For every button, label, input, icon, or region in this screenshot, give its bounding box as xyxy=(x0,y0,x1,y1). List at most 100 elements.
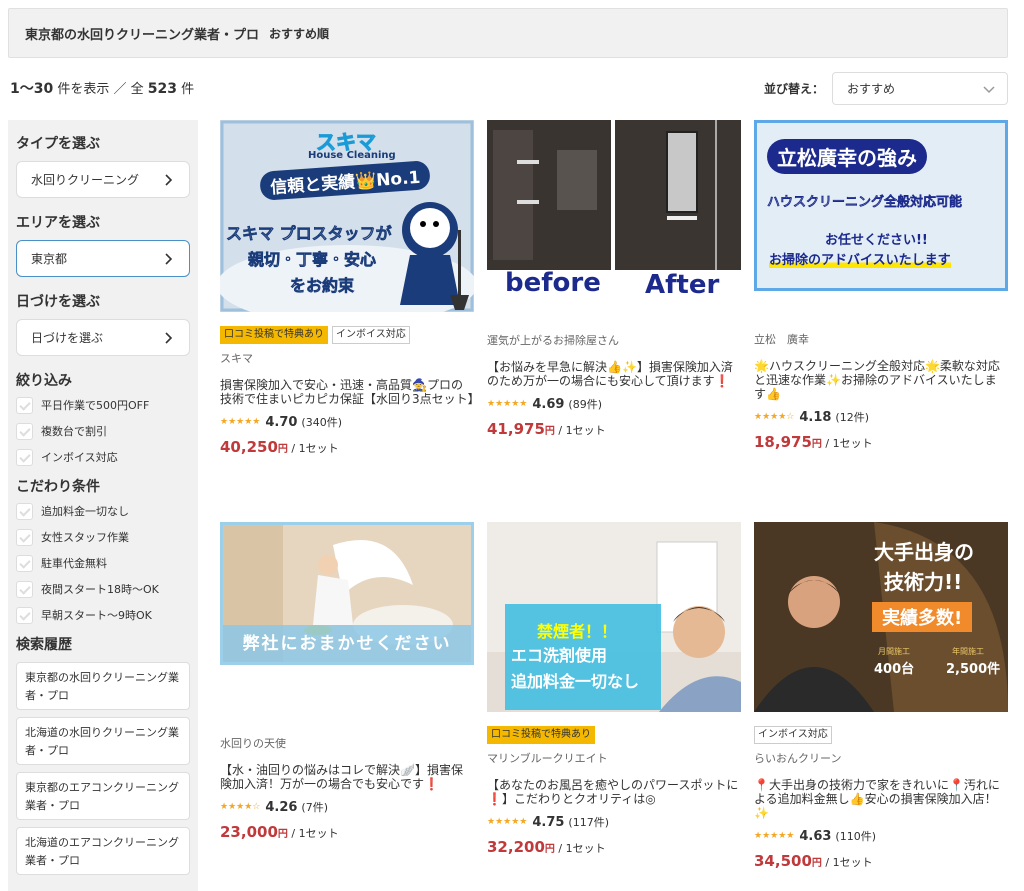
pref-label: 夜間スタート18時〜OK xyxy=(41,583,159,596)
shop-name[interactable]: スキマ xyxy=(220,350,474,366)
star-rating-icon: ★★★★★ xyxy=(487,399,528,409)
history-item[interactable]: 北海道のエアコンクリーニング業者・プロ xyxy=(16,827,190,875)
checkbox[interactable] xyxy=(16,422,33,440)
area-value: 東京都 xyxy=(31,252,68,266)
price-value: 34,500 xyxy=(754,852,812,870)
listing-description[interactable]: 【あなたのお風呂を癒やしのパワースポットに❗】こだわりとクオリティは◎ xyxy=(487,778,741,806)
invoice-badge: インボイス対応 xyxy=(332,326,410,344)
rating-value: 4.26 xyxy=(265,799,298,815)
listing-card[interactable]: 弊社におまかせください 水回りの天使 【水・油回りの悩みはコレで解決🪽】損害保険… xyxy=(220,522,474,841)
filter-label: インボイス対応 xyxy=(41,451,118,464)
filter-checkbox[interactable]: インボイス対応 xyxy=(16,444,190,470)
listing-description[interactable]: 【お悩みを早急に解決👍✨】損害保険加入済のため万が一の場合にも安心して頂けます❗ xyxy=(487,360,741,388)
before-label: before xyxy=(505,268,601,298)
result-range: 1〜30 xyxy=(10,81,54,97)
listing-description[interactable]: 損害保険加入で安心・迅速・高品質🧙プロの技術で住まいピカピカ保証【水回り3点セッ… xyxy=(220,378,480,406)
listing-description[interactable]: 【水・油回りの悩みはコレで解決🪽】損害保険加入済！万が一の場合でも安心です❗ xyxy=(220,763,474,791)
rating: ★★★★☆ 4.18 (12件) xyxy=(754,409,1008,425)
checkbox[interactable] xyxy=(16,396,33,414)
history-heading: 検索履歴 xyxy=(16,637,72,653)
price: 18,975円 / 1セット xyxy=(754,433,1008,451)
type-select[interactable]: 水回りクリーニング xyxy=(16,161,190,198)
price: 23,000円 / 1セット xyxy=(220,823,474,841)
listing-card[interactable]: 大手出身の 技術力!! 実績多数! 月間施工 400台 年間施工 2,500件 … xyxy=(754,522,1008,870)
pref-checkbox[interactable]: 追加料金一切なし xyxy=(16,498,190,524)
shop-name[interactable]: マリンブルークリエイト xyxy=(487,750,741,766)
price-currency: 円 xyxy=(544,844,555,855)
rating: ★★★★★ 4.70 (340件) xyxy=(220,414,474,430)
checkbox[interactable] xyxy=(16,448,33,466)
pref-checkbox[interactable]: 駐車代金無料 xyxy=(16,550,190,576)
shop-name[interactable]: 水回りの天使 xyxy=(220,735,474,751)
review-count[interactable]: (340件) xyxy=(301,414,342,430)
listing-image[interactable]: スキマ House Cleaning 信頼と実績👑No.1 スキマ プロスタッフ… xyxy=(220,120,474,312)
banner-line-4: お掃除のアドバイスいたします xyxy=(769,249,951,268)
price-currency: 円 xyxy=(544,426,555,437)
pref-checkbox[interactable]: 女性スタッフ作業 xyxy=(16,524,190,550)
listing-image[interactable]: 禁煙者！！ エコ洗剤使用 追加料金一切なし xyxy=(487,522,741,712)
rating: ★★★★☆ 4.26 (7件) xyxy=(220,799,474,815)
review-bonus-badge: 口コミ投稿で特典あり xyxy=(487,726,595,744)
listing-image[interactable]: before After xyxy=(487,120,741,312)
listing-description[interactable]: 📍大手出身の技術力で家をきれいに📍汚れによる追加料金無し👍安心の損害保険加入店！… xyxy=(754,778,1008,820)
checkbox[interactable] xyxy=(16,554,33,572)
listing-description[interactable]: 🌟ハウスクリーニング全般対応🌟柔軟な対応と迅速な作業✨お掃除のアドバイスいたしま… xyxy=(754,359,1008,401)
sort-note: おすすめ順 xyxy=(269,26,330,41)
listing-image[interactable]: 大手出身の 技術力!! 実績多数! 月間施工 400台 年間施工 2,500件 xyxy=(754,522,1008,712)
listing-card[interactable]: 立松廣幸の強み ハウスクリーニング全般対応可能 お任せください!! お掃除のアド… xyxy=(754,120,1008,451)
badge-row: インボイス対応 xyxy=(754,726,1008,744)
pref-label: 駐車代金無料 xyxy=(41,557,107,570)
history-item[interactable]: 東京都の水回りクリーニング業者・プロ xyxy=(16,662,190,710)
area-select[interactable]: 東京都 xyxy=(16,240,190,277)
star-rating-icon: ★★★★☆ xyxy=(220,802,261,812)
badge-row: 口コミ投稿で特典あり xyxy=(487,726,741,744)
area-heading: エリアを選ぶ xyxy=(16,215,100,231)
listing-card[interactable]: 禁煙者！！ エコ洗剤使用 追加料金一切なし 口コミ投稿で特典あり マリンブルーク… xyxy=(487,522,741,856)
rating: ★★★★★ 4.63 (110件) xyxy=(754,828,1008,844)
banner-line-2: スキマ プロスタッフが xyxy=(226,224,392,244)
pref-checkbox[interactable]: 早朝スタート〜9時OK xyxy=(16,602,190,628)
price-currency: 円 xyxy=(277,829,288,840)
shop-name[interactable]: らいおんクリーン xyxy=(754,750,1008,766)
rating-value: 4.63 xyxy=(799,828,832,844)
listing-card[interactable]: スキマ House Cleaning 信頼と実績👑No.1 スキマ プロスタッフ… xyxy=(220,120,480,456)
listing-image[interactable]: 弊社におまかせください xyxy=(220,522,474,665)
checkbox[interactable] xyxy=(16,580,33,598)
star-rating-icon: ★★★★★ xyxy=(754,831,795,841)
medal-1-label: 月間施工 xyxy=(878,647,910,656)
shop-name[interactable]: 運気が上がるお掃除屋さん xyxy=(487,332,741,348)
checkbox[interactable] xyxy=(16,502,33,520)
banner-line-4: をお約束 xyxy=(290,276,355,296)
banner-line-1: 大手出身の xyxy=(874,540,974,564)
price-currency: 円 xyxy=(811,858,822,869)
date-select[interactable]: 日づけを選ぶ xyxy=(16,319,190,356)
sort-label: 並び替え： xyxy=(764,82,825,96)
result-total-suffix: 件 xyxy=(181,82,195,97)
checkbox[interactable] xyxy=(16,606,33,624)
pref-heading: こだわり条件 xyxy=(16,479,100,495)
history-item[interactable]: 北海道の水回りクリーニング業者・プロ xyxy=(16,717,190,765)
review-count[interactable]: (12件) xyxy=(835,409,869,425)
review-count[interactable]: (7件) xyxy=(301,799,328,815)
result-range-suffix: 件を表示 ／ 全 xyxy=(57,82,144,97)
listing-image[interactable]: 立松廣幸の強み ハウスクリーニング全般対応可能 お任せください!! お掃除のアド… xyxy=(754,120,1008,291)
badge-row: 口コミ投稿で特典あり インボイス対応 xyxy=(220,326,474,344)
filter-checkbox[interactable]: 複数台で割引 xyxy=(16,418,190,444)
review-count[interactable]: (89件) xyxy=(568,396,602,412)
listing-card[interactable]: before After 運気が上がるお掃除屋さん 【お悩みを早急に解決👍✨】損… xyxy=(487,120,741,438)
price-unit: / 1セット xyxy=(825,856,873,869)
checkbox[interactable] xyxy=(16,528,33,546)
shop-name[interactable]: 立松 廣幸 xyxy=(754,331,1008,347)
banner-line-1: 禁煙者！！ xyxy=(537,622,618,641)
review-count[interactable]: (117件) xyxy=(568,814,609,830)
medal-2-label: 年間施工 xyxy=(952,647,984,656)
filter-checkbox[interactable]: 平日作業で500円OFF xyxy=(16,392,190,418)
pref-checkbox[interactable]: 夜間スタート18時〜OK xyxy=(16,576,190,602)
medal-2-value: 2,500件 xyxy=(946,662,1001,677)
price-currency: 円 xyxy=(277,444,288,455)
review-count[interactable]: (110件) xyxy=(835,828,876,844)
banner-sub: House Cleaning xyxy=(308,150,396,161)
price-unit: / 1セット xyxy=(558,424,606,437)
history-item[interactable]: 東京都のエアコンクリーニング業者・プロ xyxy=(16,772,190,820)
sort-select[interactable]: おすすめ xyxy=(832,72,1008,105)
